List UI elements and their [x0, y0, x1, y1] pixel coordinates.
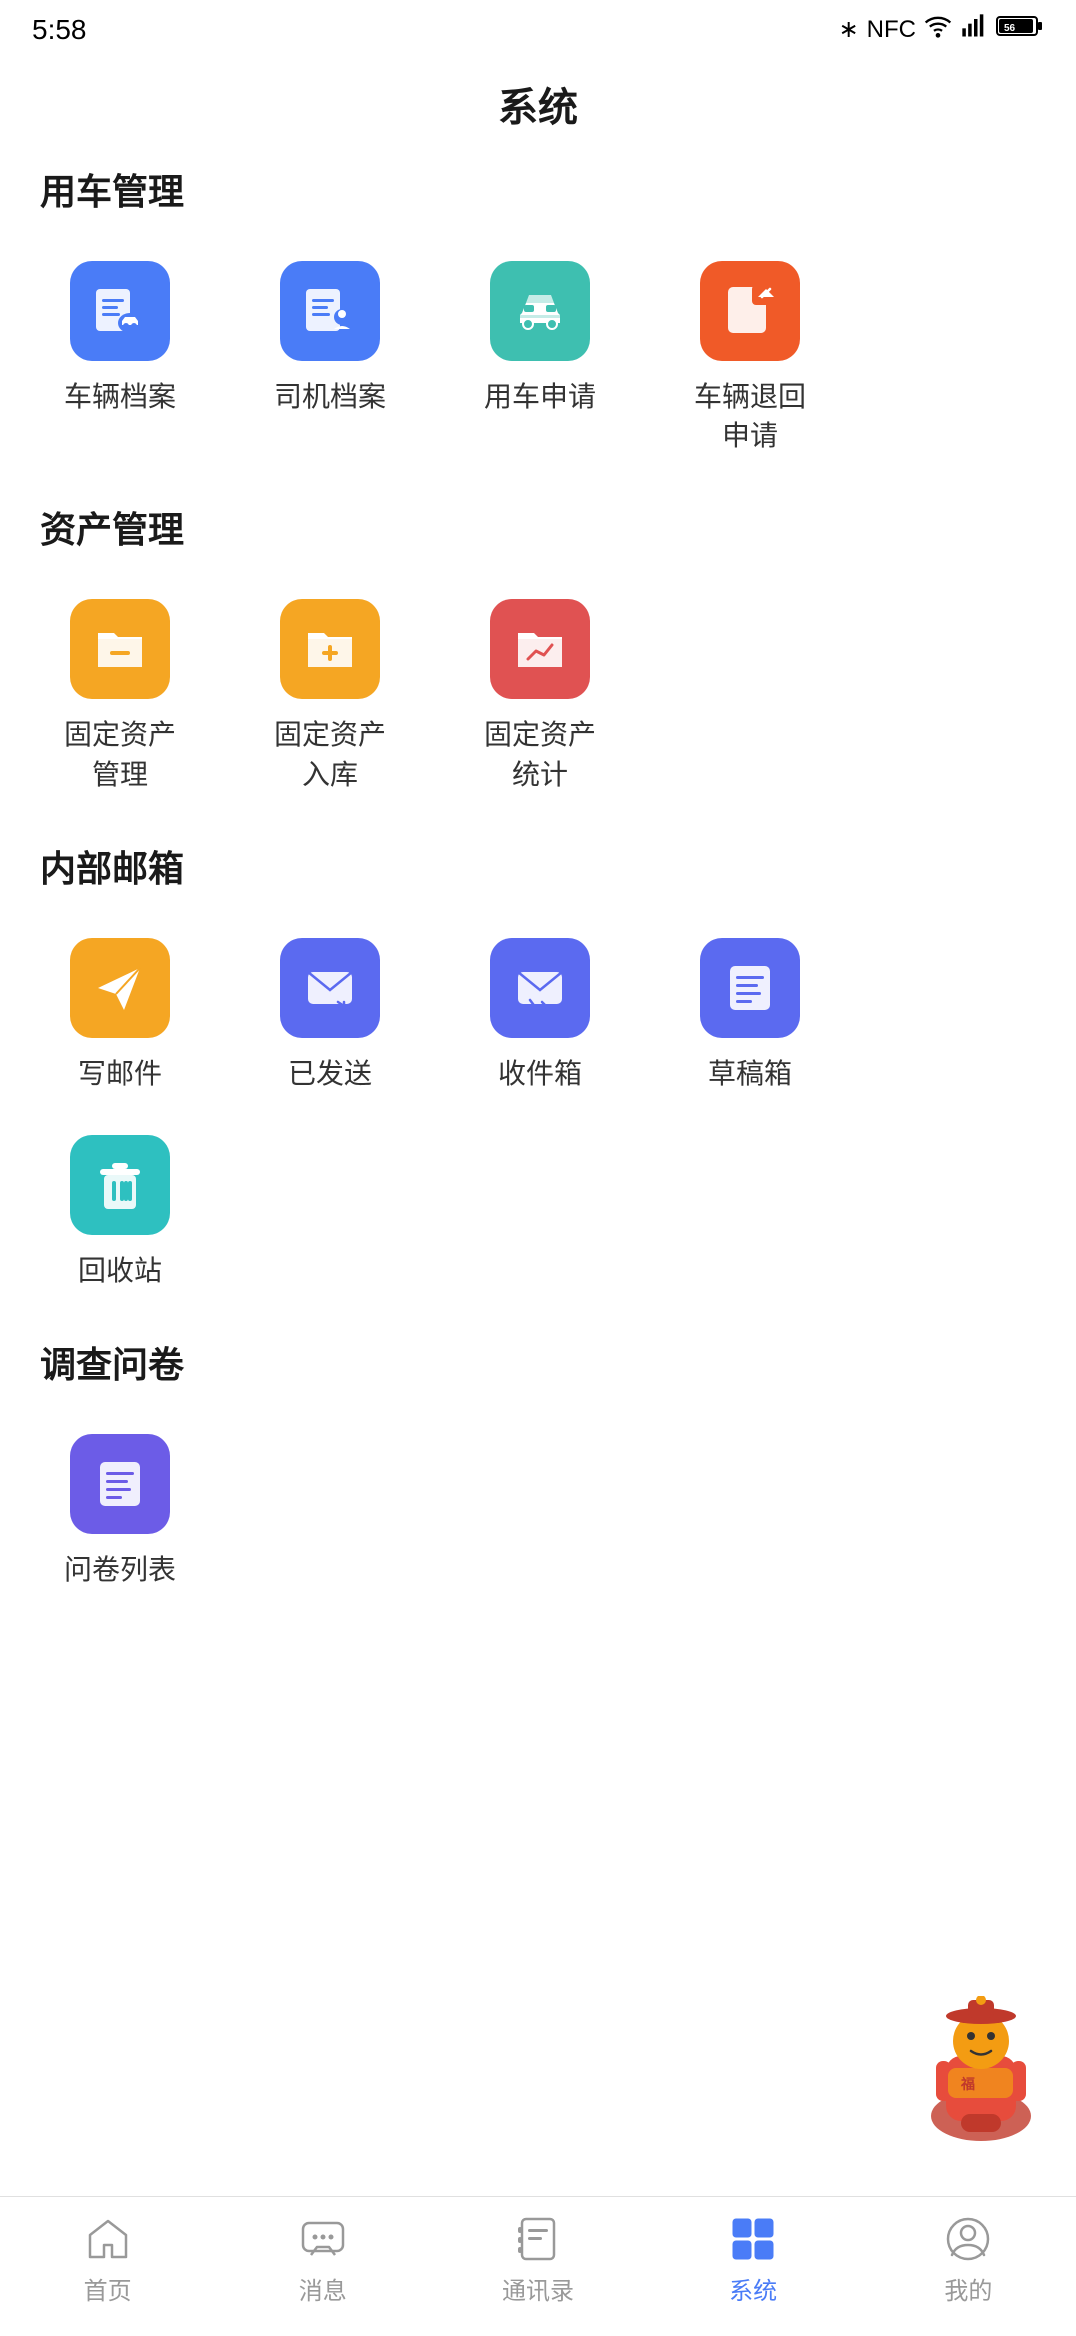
vehicle-management-grid: 车辆档案 司机档案	[0, 235, 1076, 501]
draft-label: 草稿箱	[708, 1054, 792, 1093]
asset-management-grid: 固定资产管理 固定资产入库 固定资产统计	[0, 573, 1076, 839]
fixed-asset-stats-icon-box	[490, 599, 590, 699]
contacts-nav-label: 通讯录	[502, 2271, 574, 2306]
mascot-image: 福	[906, 1996, 1056, 2146]
home-nav-icon	[82, 2213, 134, 2265]
section-vehicle-management: 用车管理	[0, 163, 1076, 235]
system-nav-label: 系统	[729, 2271, 777, 2306]
svg-text:56: 56	[1004, 23, 1016, 34]
questionnaire-list-item[interactable]: 问卷列表	[20, 1418, 220, 1605]
driver-file-icon	[300, 281, 360, 341]
message-nav-icon	[297, 2213, 349, 2265]
contacts-nav-icon	[512, 2213, 564, 2265]
write-mail-icon-box	[70, 938, 170, 1038]
folder-plus-icon	[300, 619, 360, 679]
draft-icon	[720, 958, 780, 1018]
trash-label: 回收站	[78, 1251, 162, 1290]
fixed-asset-stats-item[interactable]: 固定资产统计	[440, 583, 640, 809]
questionnaire-list-icon-box	[70, 1434, 170, 1534]
vehicle-archive-item[interactable]: 车辆档案	[20, 245, 220, 471]
list-icon	[90, 1454, 150, 1514]
vehicle-archive-icon-box	[70, 261, 170, 361]
sent-mail-label: 已发送	[288, 1054, 372, 1093]
questionnaire-list-label: 问卷列表	[64, 1550, 176, 1589]
vehicle-apply-item[interactable]: 用车申请	[440, 245, 640, 471]
bluetooth-icon: ∗	[839, 15, 859, 44]
inbox-icon	[510, 958, 570, 1018]
driver-archive-item[interactable]: 司机档案	[230, 245, 430, 471]
fixed-asset-in-item[interactable]: 固定资产入库	[230, 583, 430, 809]
trash-item[interactable]: 回收站	[20, 1119, 220, 1306]
inbox-icon-box	[490, 938, 590, 1038]
fixed-asset-manage-label: 固定资产管理	[64, 715, 176, 793]
section-asset-management: 资产管理	[0, 501, 1076, 573]
nfc-icon: NFC	[867, 16, 916, 44]
signal-icon	[960, 12, 988, 47]
section-internal-mail: 内部邮箱	[0, 840, 1076, 912]
vehicle-archive-label: 车辆档案	[64, 377, 176, 416]
driver-archive-label: 司机档案	[274, 377, 386, 416]
status-bar: 5:58 ∗ NFC 56	[0, 0, 1076, 55]
section-survey: 调查问卷	[0, 1336, 1076, 1408]
home-nav-label: 首页	[84, 2271, 132, 2306]
draft-icon-box	[700, 938, 800, 1038]
inbox-item[interactable]: 收件箱	[440, 922, 640, 1109]
fixed-asset-in-label: 固定资产入库	[274, 715, 386, 793]
fixed-asset-in-icon-box	[280, 599, 380, 699]
write-mail-label: 写邮件	[78, 1054, 162, 1093]
nav-mine[interactable]: 我的	[893, 2213, 1043, 2306]
vehicle-apply-icon-box	[490, 261, 590, 361]
vehicle-apply-label: 用车申请	[484, 377, 596, 416]
wifi-icon	[924, 12, 952, 47]
sent-icon	[300, 958, 360, 1018]
inbox-label: 收件箱	[498, 1054, 582, 1093]
status-time: 5:58	[32, 14, 87, 46]
mine-nav-icon	[942, 2213, 994, 2265]
mine-nav-label: 我的	[944, 2271, 992, 2306]
car-icon	[510, 281, 570, 341]
send-icon	[90, 958, 150, 1018]
internal-mail-grid: 写邮件 已发送 收件箱	[0, 912, 1076, 1336]
vehicle-return-label: 车辆退回申请	[694, 377, 806, 455]
main-content: 系统 用车管理 车辆档案	[0, 55, 1076, 1795]
trash-icon	[90, 1155, 150, 1215]
fixed-asset-manage-icon-box	[70, 599, 170, 699]
nav-contacts[interactable]: 通讯录	[463, 2213, 613, 2306]
fixed-asset-stats-label: 固定资产统计	[484, 715, 596, 793]
driver-archive-icon-box	[280, 261, 380, 361]
status-icons: ∗ NFC 56	[839, 12, 1044, 47]
trash-icon-box	[70, 1135, 170, 1235]
fixed-asset-manage-item[interactable]: 固定资产管理	[20, 583, 220, 809]
svg-text:福: 福	[960, 2076, 975, 2092]
survey-grid: 问卷列表	[0, 1408, 1076, 1635]
sent-mail-icon-box	[280, 938, 380, 1038]
bottom-nav: 首页 消息 通讯录 系统	[0, 2196, 1076, 2336]
nav-system[interactable]: 系统	[678, 2213, 828, 2306]
folder-chart-icon	[510, 619, 570, 679]
nav-message[interactable]: 消息	[248, 2213, 398, 2306]
folder-minus-icon	[90, 619, 150, 679]
vehicle-return-icon-box	[700, 261, 800, 361]
return-icon	[720, 281, 780, 341]
draft-item[interactable]: 草稿箱	[650, 922, 850, 1109]
vehicle-return-item[interactable]: 车辆退回申请	[650, 245, 850, 471]
page-title: 系统	[0, 55, 1076, 163]
battery-icon: 56	[996, 12, 1044, 47]
message-nav-label: 消息	[299, 2271, 347, 2306]
sent-mail-item[interactable]: 已发送	[230, 922, 430, 1109]
system-nav-icon	[727, 2213, 779, 2265]
write-mail-item[interactable]: 写邮件	[20, 922, 220, 1109]
vehicle-file-icon	[90, 281, 150, 341]
nav-home[interactable]: 首页	[33, 2213, 183, 2306]
